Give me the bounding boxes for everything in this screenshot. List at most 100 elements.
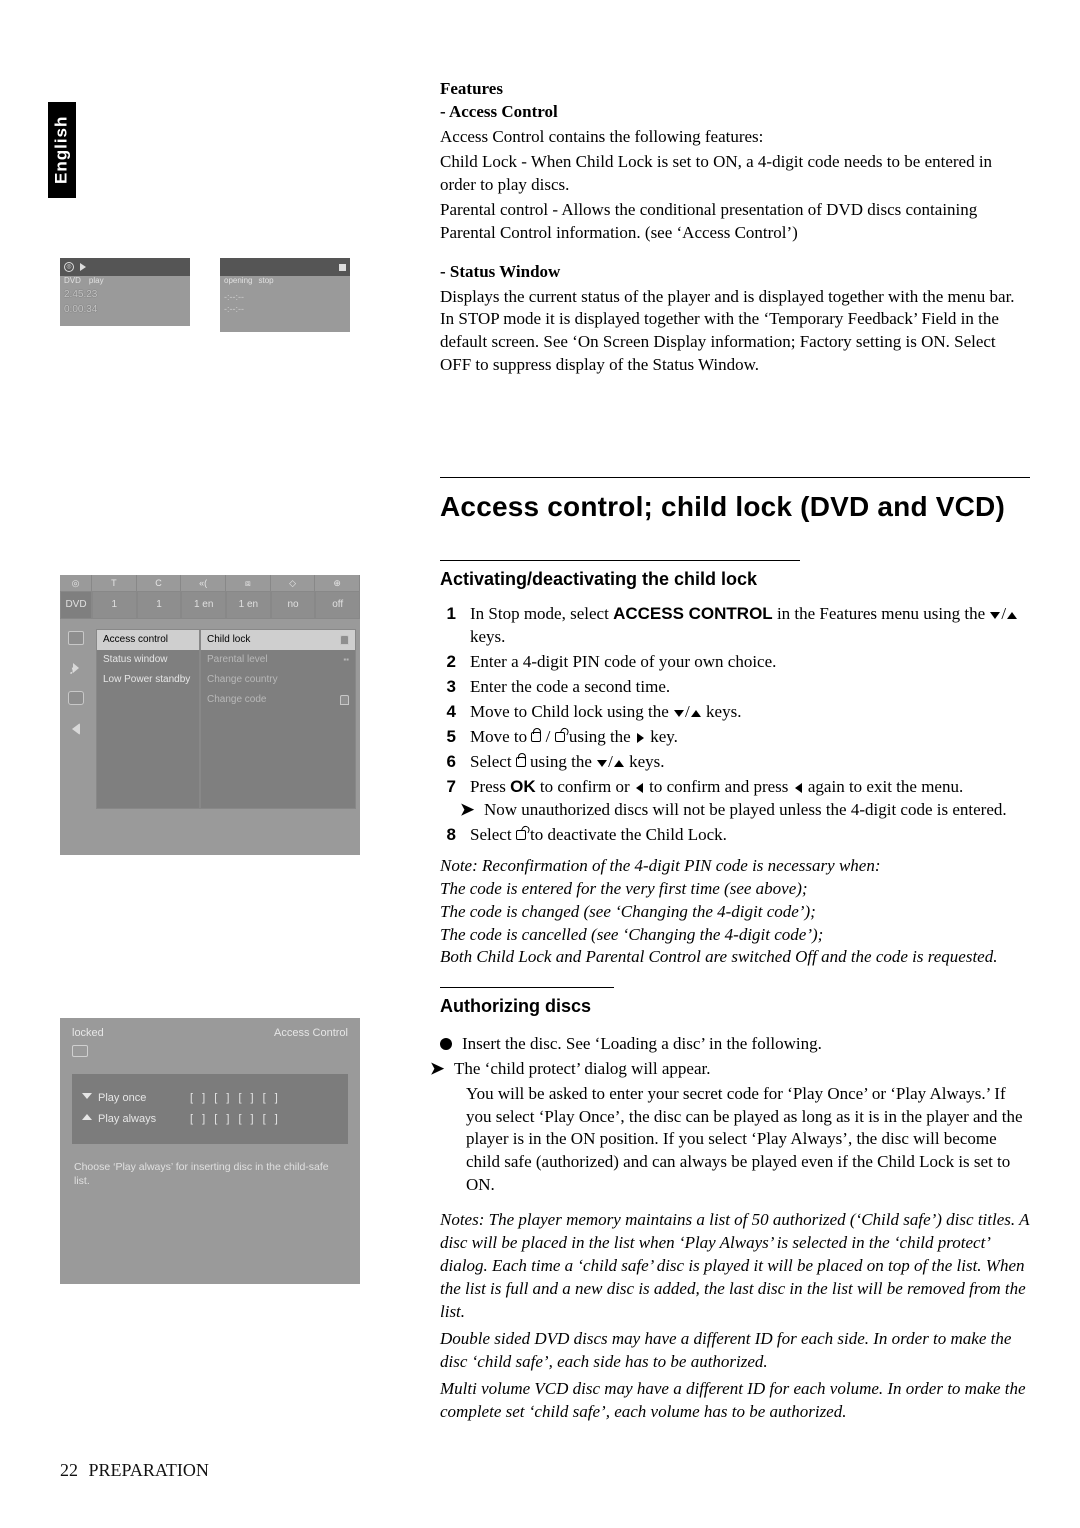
authorizing-heading: Authorizing discs [440, 994, 1030, 1018]
auth-bullet-line: Insert the disc. See ‘Loading a disc’ in… [440, 1033, 1030, 1056]
menu-item-child-lock: Child lock [201, 630, 355, 650]
osd-menu-figure: ◎ T C «( ⧈ ◇ ⊕ DVD 1 1 1 en 1 en no off [60, 575, 360, 865]
osd-status-stop: opening stop -:--:-- -:--:-- [220, 258, 350, 332]
status-window-text: Displays the current status of the playe… [440, 286, 1030, 378]
step-1: 1 In Stop mode, select ACCESS CONTROL in… [440, 603, 1030, 649]
down-key-icon [674, 710, 684, 717]
child-lock-text: Child Lock - When Child Lock is set to O… [440, 151, 1030, 197]
step-4: 4 Move to Child lock using the / keys. [440, 701, 1030, 724]
page-number: 22 [60, 1460, 78, 1480]
menu-item-low-power: Low Power standby [97, 670, 199, 690]
triangle-down-icon [82, 1093, 92, 1099]
triangle-up-icon [82, 1114, 92, 1120]
menu-top-val-4: no [271, 591, 316, 619]
menu-icon-audio: «( [181, 575, 226, 591]
menu-side-icons: ♪ [60, 625, 92, 809]
up-key-icon [1007, 612, 1017, 619]
osd-auth-figure: locked Access Control Play once [ ] [ ] … [60, 1018, 360, 1308]
h2-rule-1 [440, 560, 800, 561]
language-tab: English [48, 102, 76, 198]
up-key-icon [691, 710, 701, 717]
menu-col-right: Child lock Parental level▪▪ Change count… [200, 629, 356, 809]
status-osd-figures: ◎ DVD play 2:45:23 0:00:34 opening stop … [60, 258, 370, 336]
menu-item-status-window: Status window [97, 650, 199, 670]
osd-time-total: 2:45:23 [60, 287, 190, 303]
osd-dvd-label: DVD [64, 276, 81, 287]
lock-closed-icon [516, 757, 526, 767]
menu-icon-zoom: ⊕ [315, 575, 360, 591]
menu-disc-icon: ◎ [60, 575, 92, 591]
h1-rule [440, 477, 1030, 478]
status-window-subheading: Status Window [440, 261, 1030, 284]
menu-top-val-2: 1 en [181, 591, 226, 619]
lock-open-icon [516, 830, 526, 840]
menu-icon-sub: ⧈ [226, 575, 271, 591]
lock-icon [340, 635, 349, 645]
step-3: 3 Enter the code a second time. [440, 676, 1030, 699]
activating-heading: Activating/deactivating the child lock [440, 567, 1030, 591]
disc-icon: ◎ [64, 262, 74, 272]
menu-icon-angle: ◇ [271, 575, 316, 591]
auth-notes: Notes: The player memory maintains a lis… [440, 1209, 1030, 1423]
step-5: 5 Move to / using the key. [440, 726, 1030, 749]
osd-time-1: -:--:-- [220, 287, 350, 303]
auth-body-text: You will be asked to enter your secret c… [440, 1083, 1030, 1198]
menu-top-val-3: 1 en [226, 591, 271, 619]
lock-open-icon [555, 732, 565, 742]
right-key-icon [637, 733, 644, 743]
menu-top-val-0: 1 [92, 591, 137, 619]
auth-arrow-line: ➤The ‘child protect’ dialog will appear. [440, 1058, 1030, 1081]
step-2: 2 Enter a 4-digit PIN code of your own c… [440, 651, 1030, 674]
osd-opening-label: opening [224, 276, 252, 287]
auth-locked-label: locked [72, 1026, 104, 1041]
code-icon [340, 695, 349, 705]
bullet-icon [440, 1038, 452, 1050]
access-control-subheading: Access Control [440, 101, 1030, 124]
down-key-icon [990, 612, 1000, 619]
menu-icon-t: T [92, 575, 137, 591]
stop-icon [339, 264, 346, 271]
osd-time-elapsed: 0:00:34 [60, 302, 190, 318]
osd-play-label: play [89, 276, 104, 287]
menu-item-change-country: Change country [201, 670, 355, 690]
step-8: 8 Select to deactivate the Child Lock. [440, 824, 1030, 847]
auth-code-boxes-1: [ ] [ ] [ ] [ ] [190, 1091, 281, 1106]
section-title: Access control; child lock (DVD and VCD) [440, 488, 1030, 526]
menu-item-access-control: Access control [97, 630, 199, 650]
step-6: 6 Select using the / keys. [440, 751, 1030, 774]
play-icon [80, 263, 86, 271]
menu-item-change-code: Change code [201, 690, 355, 710]
auth-play-always: Play always [98, 1113, 156, 1125]
menu-top-dvd: DVD [60, 591, 92, 619]
osd-stop-label: stop [258, 276, 273, 287]
footer-section: PREPARATION [89, 1460, 209, 1480]
parental-text: Parental control - Allows the conditiona… [440, 199, 1030, 245]
osd-time-2: -:--:-- [220, 303, 350, 315]
left-key-icon [636, 783, 643, 793]
auth-play-once: Play once [98, 1092, 146, 1104]
menu-item-parental-level: Parental level▪▪ [201, 650, 355, 670]
down-key-icon [597, 760, 607, 767]
osd-status-play: ◎ DVD play 2:45:23 0:00:34 [60, 258, 190, 326]
left-key-icon [795, 783, 802, 793]
step-7: 7 Press OK to confirm or to confirm and … [440, 776, 1030, 822]
auth-code-boxes-2: [ ] [ ] [ ] [ ] [190, 1112, 281, 1127]
lock-closed-icon [531, 732, 541, 742]
activating-steps: 1 In Stop mode, select ACCESS CONTROL in… [440, 603, 1030, 846]
locked-disc-icon [72, 1045, 88, 1057]
speech-icon [68, 691, 84, 705]
activating-note: Note: Reconfirmation of the 4-digit PIN … [440, 855, 1030, 970]
h2-rule-2 [440, 987, 614, 988]
access-control-intro: Access Control contains the following fe… [440, 126, 1030, 149]
menu-top-val-1: 1 [137, 591, 182, 619]
menu-icon-c: C [137, 575, 182, 591]
back-arrow-icon [72, 723, 80, 735]
menu-top-val-5: off [315, 591, 360, 619]
auth-foot-text: Choose ‘Play always’ for inserting disc … [60, 1156, 360, 1198]
page-footer: 22 PREPARATION [60, 1458, 209, 1482]
up-key-icon [614, 760, 624, 767]
features-heading: Features [440, 78, 1030, 101]
auth-title-right: Access Control [274, 1026, 348, 1062]
video-icon [68, 631, 84, 645]
menu-col-left: Access control Status window Low Power s… [96, 629, 200, 809]
